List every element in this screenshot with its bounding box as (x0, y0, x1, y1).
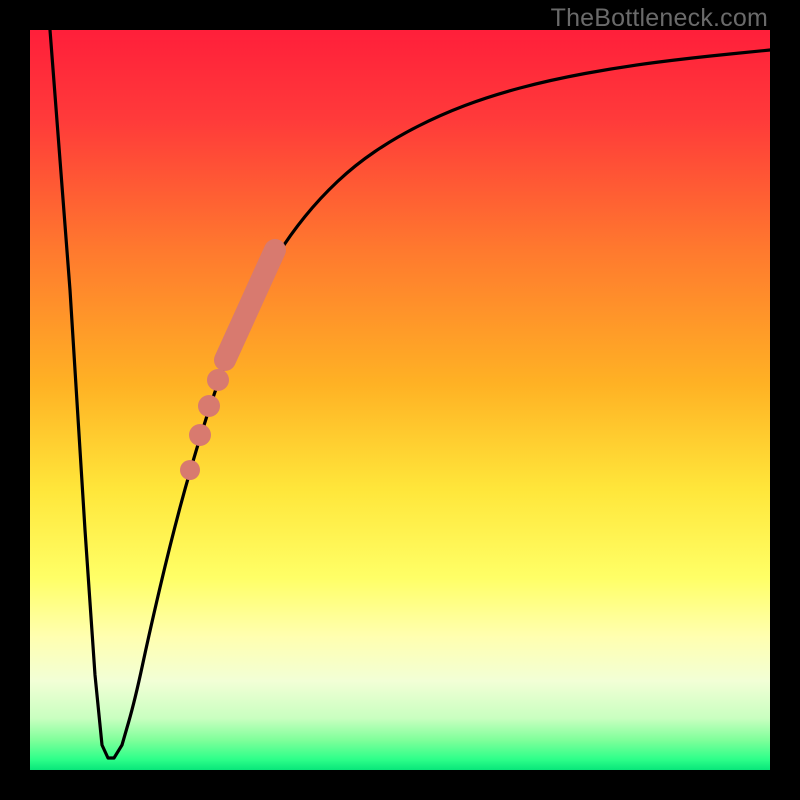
highlight-dot-0 (180, 460, 200, 480)
marker-group (180, 250, 275, 480)
highlight-dot-3 (207, 369, 229, 391)
highlight-dot-2 (198, 395, 220, 417)
highlight-thick-segment (225, 250, 275, 360)
plot-area (30, 30, 770, 770)
curve-layer (30, 30, 770, 770)
highlight-dot-1 (189, 424, 211, 446)
bottleneck-curve (50, 30, 770, 758)
chart-frame: TheBottleneck.com (0, 0, 800, 800)
watermark-text: TheBottleneck.com (551, 4, 768, 33)
